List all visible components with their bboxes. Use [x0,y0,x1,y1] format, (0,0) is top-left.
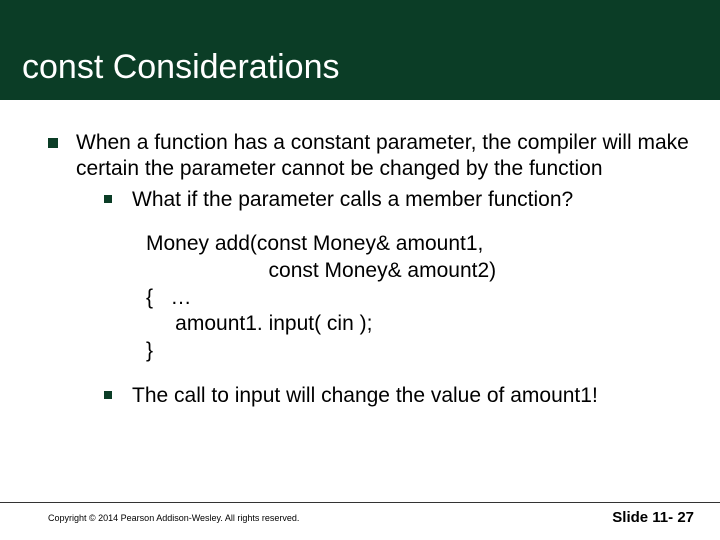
code-block: Money add(const Money& amount1, const Mo… [146,231,690,365]
slide-title: const Considerations [0,0,720,87]
title-bar: const Considerations [0,0,720,100]
code-line: { … [146,286,192,309]
copyright-text: Copyright © 2014 Pearson Addison-Wesley.… [48,503,299,523]
slide-body: When a function has a constant parameter… [48,130,690,415]
slide-number: Slide 11- 27 [612,503,694,526]
code-line: amount1. input( cin ); [146,312,372,335]
code-line: Money add(const Money& amount1, [146,232,483,255]
code-line: } [146,339,153,362]
bullet-text: The call to input will change the value … [132,384,598,407]
bullet-text: What if the parameter calls a member fun… [132,188,573,211]
bullet-level2: What if the parameter calls a member fun… [104,187,690,213]
bullet-level2: The call to input will change the value … [104,383,690,409]
bullet-text: When a function has a constant parameter… [76,131,689,180]
code-line: const Money& amount2) [146,259,496,282]
bullet-level1: When a function has a constant parameter… [48,130,690,409]
footer: Copyright © 2014 Pearson Addison-Wesley.… [0,502,720,526]
